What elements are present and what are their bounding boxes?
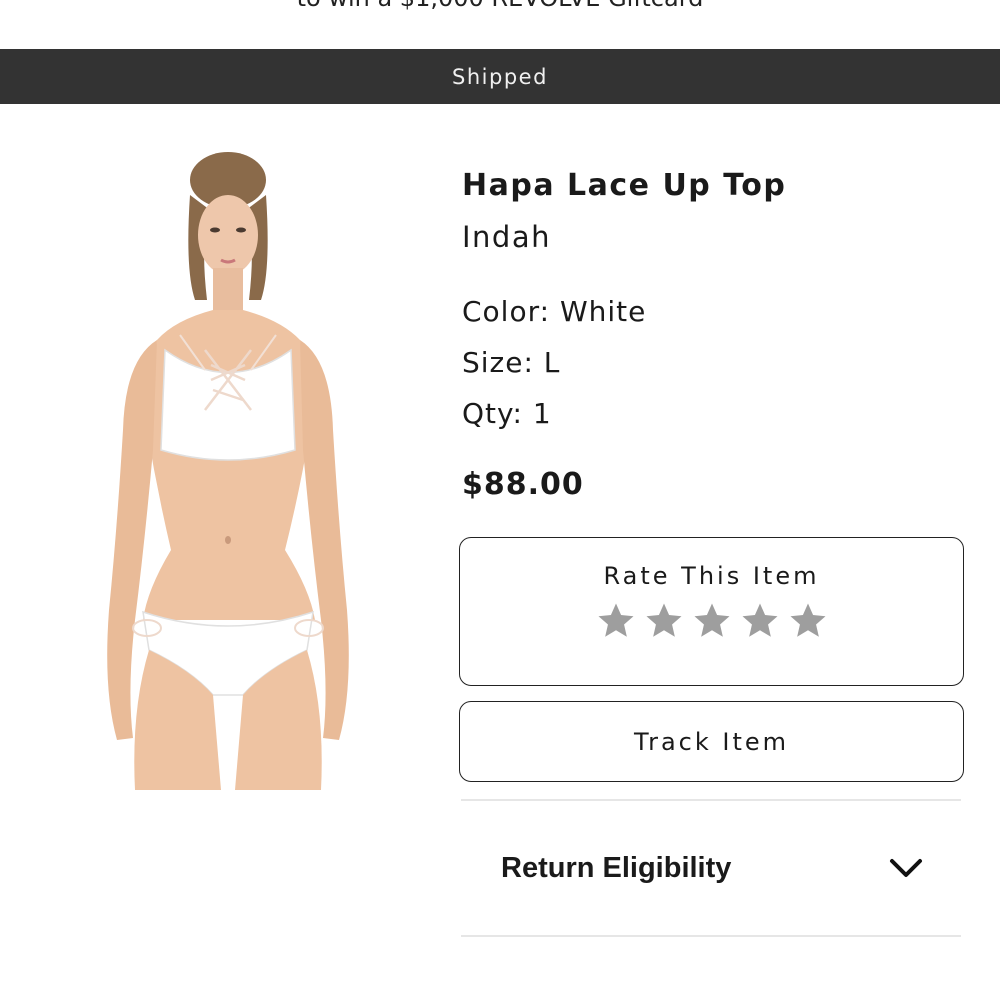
star-rating[interactable]	[595, 600, 829, 642]
rate-item-label: Rate This Item	[603, 562, 820, 590]
product-qty: Qty: 1	[462, 397, 552, 430]
track-item-button[interactable]: Track Item	[459, 701, 964, 782]
product-brand[interactable]: Indah	[462, 220, 551, 254]
return-eligibility-toggle[interactable]: Return Eligibility	[461, 801, 961, 935]
product-size: Size: L	[462, 346, 561, 379]
product-image[interactable]	[95, 150, 360, 790]
order-item-page: to win a $1,000 REVOLVE Giftcard Shipped	[0, 0, 1000, 1000]
star-icon[interactable]	[787, 600, 829, 642]
return-eligibility-label: Return Eligibility	[501, 851, 732, 884]
product-name[interactable]: Hapa Lace Up Top	[462, 168, 786, 203]
star-icon[interactable]	[595, 600, 637, 642]
divider	[461, 935, 961, 937]
star-icon[interactable]	[691, 600, 733, 642]
track-item-label: Track Item	[633, 727, 790, 756]
product-color: Color: White	[462, 295, 647, 328]
rate-item-box: Rate This Item	[459, 537, 964, 686]
star-icon[interactable]	[739, 600, 781, 642]
star-icon[interactable]	[643, 600, 685, 642]
chevron-down-icon[interactable]	[889, 857, 923, 879]
status-label: Shipped	[452, 64, 548, 89]
promo-banner-text[interactable]: to win a $1,000 REVOLVE Giftcard	[0, 0, 1000, 18]
product-price: $88.00	[462, 467, 584, 502]
shipping-status-bar: Shipped	[0, 49, 1000, 104]
